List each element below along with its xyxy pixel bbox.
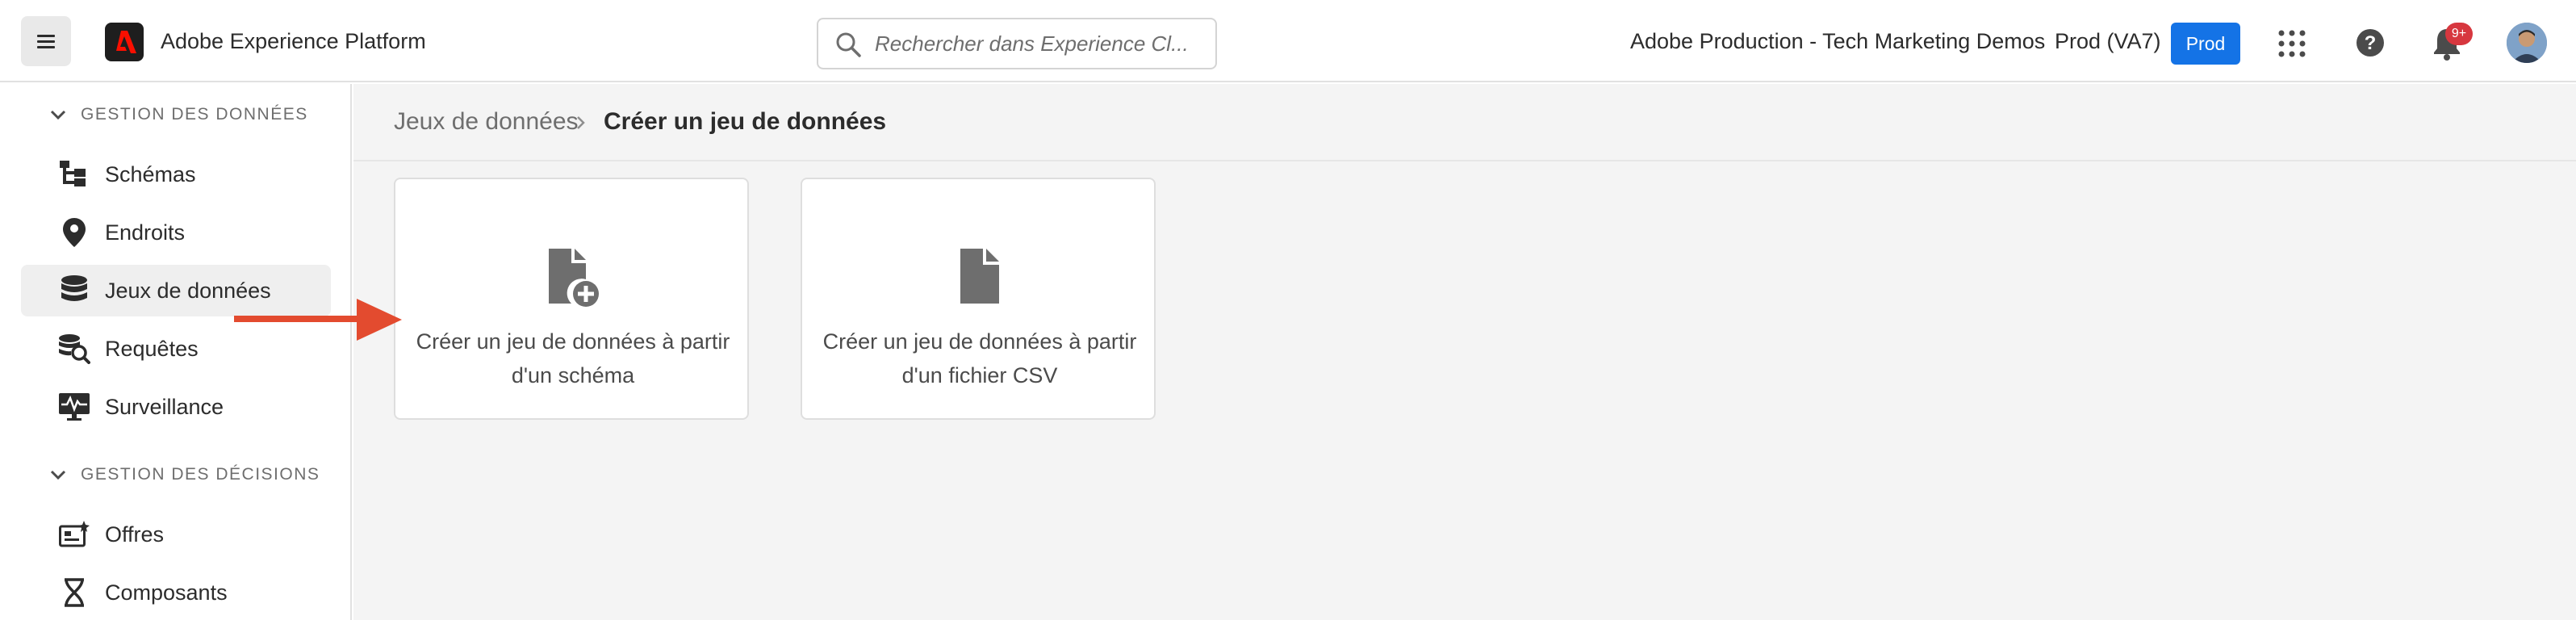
- database-icon: [58, 274, 90, 307]
- breadcrumb-datasets-link[interactable]: Jeux de données: [394, 108, 579, 136]
- query-icon: [58, 333, 90, 365]
- adobe-a-icon: [116, 31, 136, 53]
- file-add-icon: [549, 249, 599, 307]
- chevron-right-icon: [577, 116, 585, 129]
- location-pin-icon: [58, 216, 90, 249]
- adobe-logo[interactable]: [105, 23, 144, 61]
- sidebar-item-locations[interactable]: Endroits: [21, 207, 331, 258]
- create-from-schema-card[interactable]: Créer un jeu de données à partir d'un sc…: [394, 178, 749, 420]
- app-title[interactable]: Adobe Experience Platform: [161, 29, 426, 54]
- top-bar: Adobe Experience Platform Adobe Producti…: [0, 0, 2576, 82]
- file-icon: [960, 249, 999, 304]
- card-label: Créer un jeu de données à partir d'un fi…: [822, 329, 1137, 388]
- page-title: Créer un jeu de données: [604, 108, 887, 135]
- sidebar-item-components[interactable]: Composants: [21, 567, 331, 618]
- avatar-image: [2507, 23, 2547, 63]
- sidebar-item-label: Requêtes: [105, 336, 199, 361]
- menu-button[interactable]: [21, 16, 71, 66]
- components-icon: [58, 576, 90, 609]
- chevron-down-icon: [50, 110, 66, 120]
- app-switcher-icon[interactable]: [2277, 29, 2306, 58]
- section-title: GESTION DES DONNÉES: [81, 105, 308, 124]
- sidebar-item-label: Offres: [105, 522, 165, 547]
- search-input[interactable]: [875, 27, 1206, 60]
- help-icon[interactable]: ?: [2355, 27, 2386, 58]
- svg-text:?: ?: [2365, 32, 2377, 54]
- section-decision-management[interactable]: GESTION DES DÉCISIONS: [48, 465, 320, 484]
- sidebar-item-schemas[interactable]: Schémas: [21, 149, 331, 200]
- sidebar-item-label: Surveillance: [105, 394, 224, 419]
- section-title: GESTION DES DÉCISIONS: [81, 465, 320, 484]
- hamburger-icon: [37, 33, 55, 50]
- monitoring-icon: [58, 391, 90, 423]
- main-content: Jeux de données Créer un jeu de données …: [353, 84, 2576, 620]
- user-avatar[interactable]: [2507, 23, 2547, 63]
- left-nav: GESTION DES DONNÉES Schémas Endroits Jeu…: [0, 84, 352, 620]
- breadcrumb: Jeux de données Créer un jeu de données: [353, 84, 2576, 161]
- annotation-arrow-icon: [234, 299, 402, 341]
- org-switcher[interactable]: Adobe Production - Tech Marketing Demos: [1630, 29, 2045, 54]
- create-from-csv-card[interactable]: Créer un jeu de données à partir d'un fi…: [801, 178, 1156, 420]
- chevron-down-icon: [50, 470, 66, 480]
- sidebar-item-label: Endroits: [105, 220, 186, 245]
- search-icon: [836, 32, 861, 57]
- offers-icon: [58, 518, 90, 551]
- sidebar-item-monitoring[interactable]: Surveillance: [21, 381, 331, 433]
- sidebar-item-offers[interactable]: Offres: [21, 509, 331, 560]
- sandbox-badge[interactable]: Prod: [2171, 23, 2240, 65]
- sandbox-name[interactable]: Prod (VA7): [2055, 29, 2161, 54]
- schema-icon: [58, 158, 90, 191]
- section-data-management[interactable]: GESTION DES DONNÉES: [48, 105, 308, 124]
- notification-badge: 9+: [2445, 23, 2473, 45]
- sidebar-item-label: Composants: [105, 580, 228, 605]
- sidebar-item-label: Schémas: [105, 161, 196, 186]
- search-box[interactable]: [817, 18, 1217, 69]
- card-label: Créer un jeu de données à partir d'un sc…: [416, 329, 730, 388]
